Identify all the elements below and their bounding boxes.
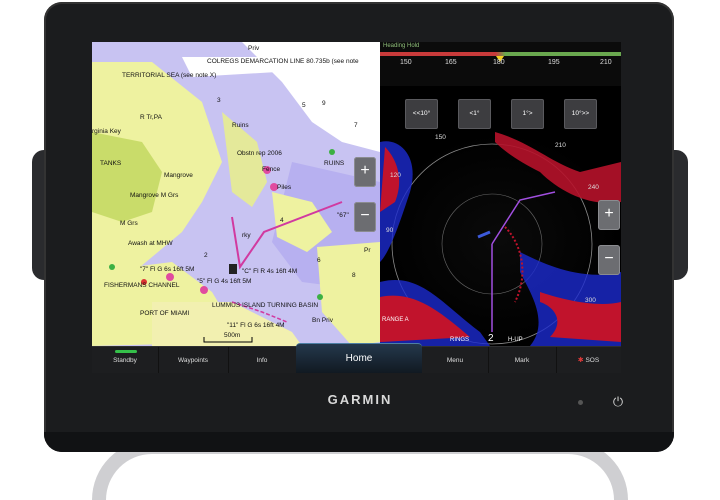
chart-label: Priv [248,45,260,52]
radar-display[interactable] [380,132,621,346]
chart-label: "7" Fl G 6s 16ft 5M [140,266,195,273]
heading-tick: 195 [548,59,560,66]
chart-label: Piles [277,184,292,191]
depth-sounding: 5 [302,102,306,109]
nautical-chart-pane[interactable]: Priv COLREGS DEMARCATION LINE 80.735b (s… [92,42,380,346]
radar-zoom-in-button[interactable]: + [598,200,620,230]
heading-tick: 210 [600,59,612,66]
status-led [578,400,583,405]
chart-label: M Grs [120,220,138,227]
waypoints-button[interactable]: Waypoints [158,347,229,373]
chart-label: Bn Priv [312,317,333,324]
steer-starboard-10-button[interactable]: 10°>> [564,99,597,129]
info-button[interactable]: Info [228,347,297,373]
chart-label: LUMMUS ISLAND TURNING BASIN [212,302,319,309]
bottom-menu-bar: Standby Waypoints Info Home Menu Mark ✱ … [92,343,621,373]
chart-label: FISHERMANS CHANNEL [104,282,180,289]
standby-indicator [115,350,137,353]
chart-label: Fence [262,166,281,173]
chart-label: RUINS [324,160,345,167]
heading-hold-bar: Heading Hold 150 165 180 195 210 [380,42,621,86]
depth-sounding: 4 [280,217,284,224]
power-icon[interactable]: ⏻ [610,394,626,410]
depth-sounding: 8 [352,272,356,279]
chart-zoom-out-button[interactable]: − [354,202,376,232]
standby-label: Standby [113,357,137,364]
chart-zoom-in-button[interactable]: + [354,157,376,187]
chart-label: Obstn rep 2006 [237,150,282,157]
radar-bearing-label: 240 [588,184,599,191]
steer-starboard-1-button[interactable]: 1°> [511,99,544,129]
depth-sounding: 7 [354,122,358,129]
home-button[interactable]: Home [296,343,422,373]
chart-scale-label: 500m [224,332,241,339]
steer-port-10-button[interactable]: <<10° [405,99,438,129]
radar-range-value: 2 [488,333,494,344]
menu-button[interactable]: Menu [422,347,489,373]
autopilot-radar-pane: Heading Hold 150 165 180 195 210 <<10° <… [380,42,621,346]
chart-label: rky [242,232,251,239]
sos-button[interactable]: ✱ SOS [556,347,621,373]
chart-label: "67" [337,212,349,219]
chart-label: "11" Fl G 6s 16ft 4M [227,322,285,329]
heading-tick: 180 [493,59,505,66]
chart-label: PORT OF MIAMI [140,310,190,317]
chart-label: "C" Fl R 4s 16ft 4M [242,268,298,275]
standby-button[interactable]: Standby [92,347,159,373]
chart-label: Mangrove [164,172,193,179]
radar-bearing-label: 90 [386,227,394,234]
mark-label: Mark [514,357,530,364]
depth-sounding: 3 [217,97,221,104]
heading-hold-title: Heading Hold [383,43,420,49]
radar-bearing-label: 120 [390,172,401,179]
sos-icon: ✱ [577,357,584,364]
chart-label: Mangrove M Grs [130,192,179,199]
radar-bearing-label: 300 [585,297,596,304]
chart-label: "5" Fl G 4s 16ft 5M [197,278,252,285]
heading-tick: 165 [445,59,457,66]
depth-sounding: 6 [317,257,321,264]
depth-sounding: 9 [322,100,326,107]
chart-label: R Tr,PA [140,114,162,121]
menu-label: Menu [446,357,464,364]
sos-label: SOS [585,357,600,364]
radar-bearing-label: 210 [555,142,566,149]
chart-label: TERRITORIAL SEA (see note X) [122,72,217,79]
chart-label: Awash at MHW [128,240,173,247]
radar-range-label: RANGE A [382,317,409,323]
waypoints-label: Waypoints [177,357,209,364]
radar-zoom-out-button[interactable]: − [598,245,620,275]
mark-button[interactable]: Mark [488,347,557,373]
radar-rings-label: RINGS [450,337,470,343]
info-label: Info [256,357,268,364]
chart-label: TANKS [100,160,122,167]
radar-bearing-label: 150 [435,134,446,141]
radar-orientation-label: H-UP [508,337,523,343]
depth-sounding: 2 [204,252,208,259]
chart-label: rginia Key [92,128,121,135]
chart-label: Pr [364,247,371,254]
display-screen: Priv COLREGS DEMARCATION LINE 80.735b (s… [92,42,621,373]
steer-port-1-button[interactable]: <1° [458,99,491,129]
chart-label: Ruins [232,122,249,129]
chart-label: COLREGS DEMARCATION LINE 80.735b (see no… [207,58,359,65]
heading-tick: 150 [400,59,412,66]
